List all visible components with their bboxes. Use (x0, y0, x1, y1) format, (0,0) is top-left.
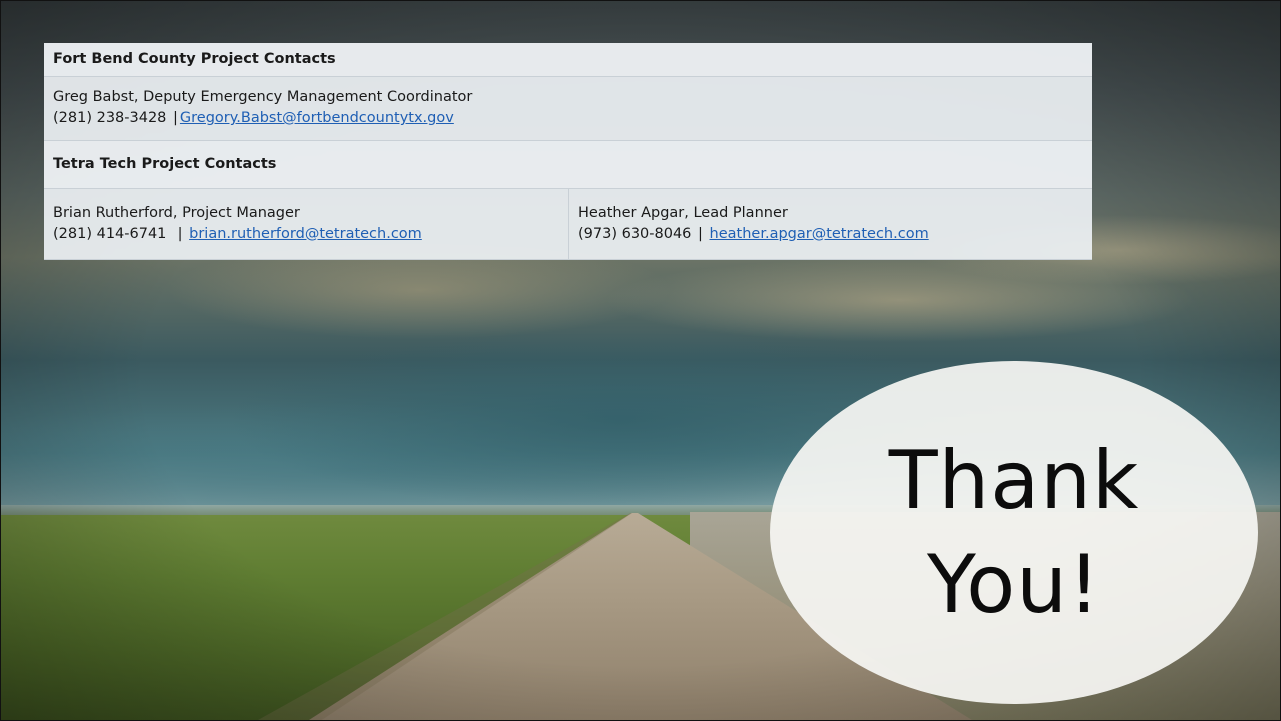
greg-babst-separator: | (173, 110, 178, 126)
brian-rutherford-cell: Brian Rutherford, Project Manager (281) … (44, 188, 569, 260)
fort-bend-header: Fort Bend County Project Contacts (44, 43, 1092, 77)
tetra-tech-contacts-row: Brian Rutherford, Project Manager (281) … (44, 188, 1092, 260)
fort-bend-contact-cell: Greg Babst, Deputy Emergency Management … (44, 76, 1092, 141)
greg-babst-details: (281) 238-3428 | Gregory.Babst@fortbendco… (53, 108, 1083, 129)
heather-apgar-cell: Heather Apgar, Lead Planner (973) 630-80… (568, 188, 1092, 260)
brian-rutherford-separator: | (177, 225, 183, 242)
greg-babst-name: Greg Babst, Deputy Emergency Management … (53, 89, 473, 105)
fort-bend-header-row: Fort Bend County Project Contacts (44, 43, 1092, 77)
heather-apgar-details: (973) 630-8046 | heather.apgar@tetratech… (578, 224, 1083, 245)
tetra-tech-header-row: Tetra Tech Project Contacts (44, 140, 1092, 189)
heather-apgar-phone: (973) 630-8046 (578, 225, 692, 242)
contacts-table: Fort Bend County Project Contacts Greg B… (44, 43, 1092, 260)
greg-babst-phone: (281) 238-3428 (53, 110, 167, 126)
brian-rutherford-email-link[interactable]: brian.rutherford@tetratech.com (189, 226, 422, 242)
thank-you-bubble: Thank You! (770, 361, 1258, 704)
heather-apgar-name: Heather Apgar, Lead Planner (578, 204, 788, 221)
thank-you-text: Thank You! (889, 429, 1140, 637)
greg-babst-email-link[interactable]: Gregory.Babst@fortbendcountytx.gov (180, 110, 454, 126)
brian-rutherford-details: (281) 414-6741 | brian.rutherford@tetrat… (53, 224, 559, 245)
tetra-tech-header: Tetra Tech Project Contacts (44, 140, 1092, 189)
fort-bend-contact-row: Greg Babst, Deputy Emergency Management … (44, 76, 1092, 141)
heather-apgar-separator: | (698, 225, 703, 242)
heather-apgar-email-link[interactable]: heather.apgar@tetratech.com (710, 226, 929, 242)
slide: Fort Bend County Project Contacts Greg B… (0, 0, 1281, 721)
brian-rutherford-phone: (281) 414-6741 (53, 225, 167, 242)
thank-you-line-1: Thank (888, 433, 1140, 527)
brian-rutherford-name: Brian Rutherford, Project Manager (53, 204, 300, 221)
thank-you-line-2: You! (927, 537, 1101, 631)
